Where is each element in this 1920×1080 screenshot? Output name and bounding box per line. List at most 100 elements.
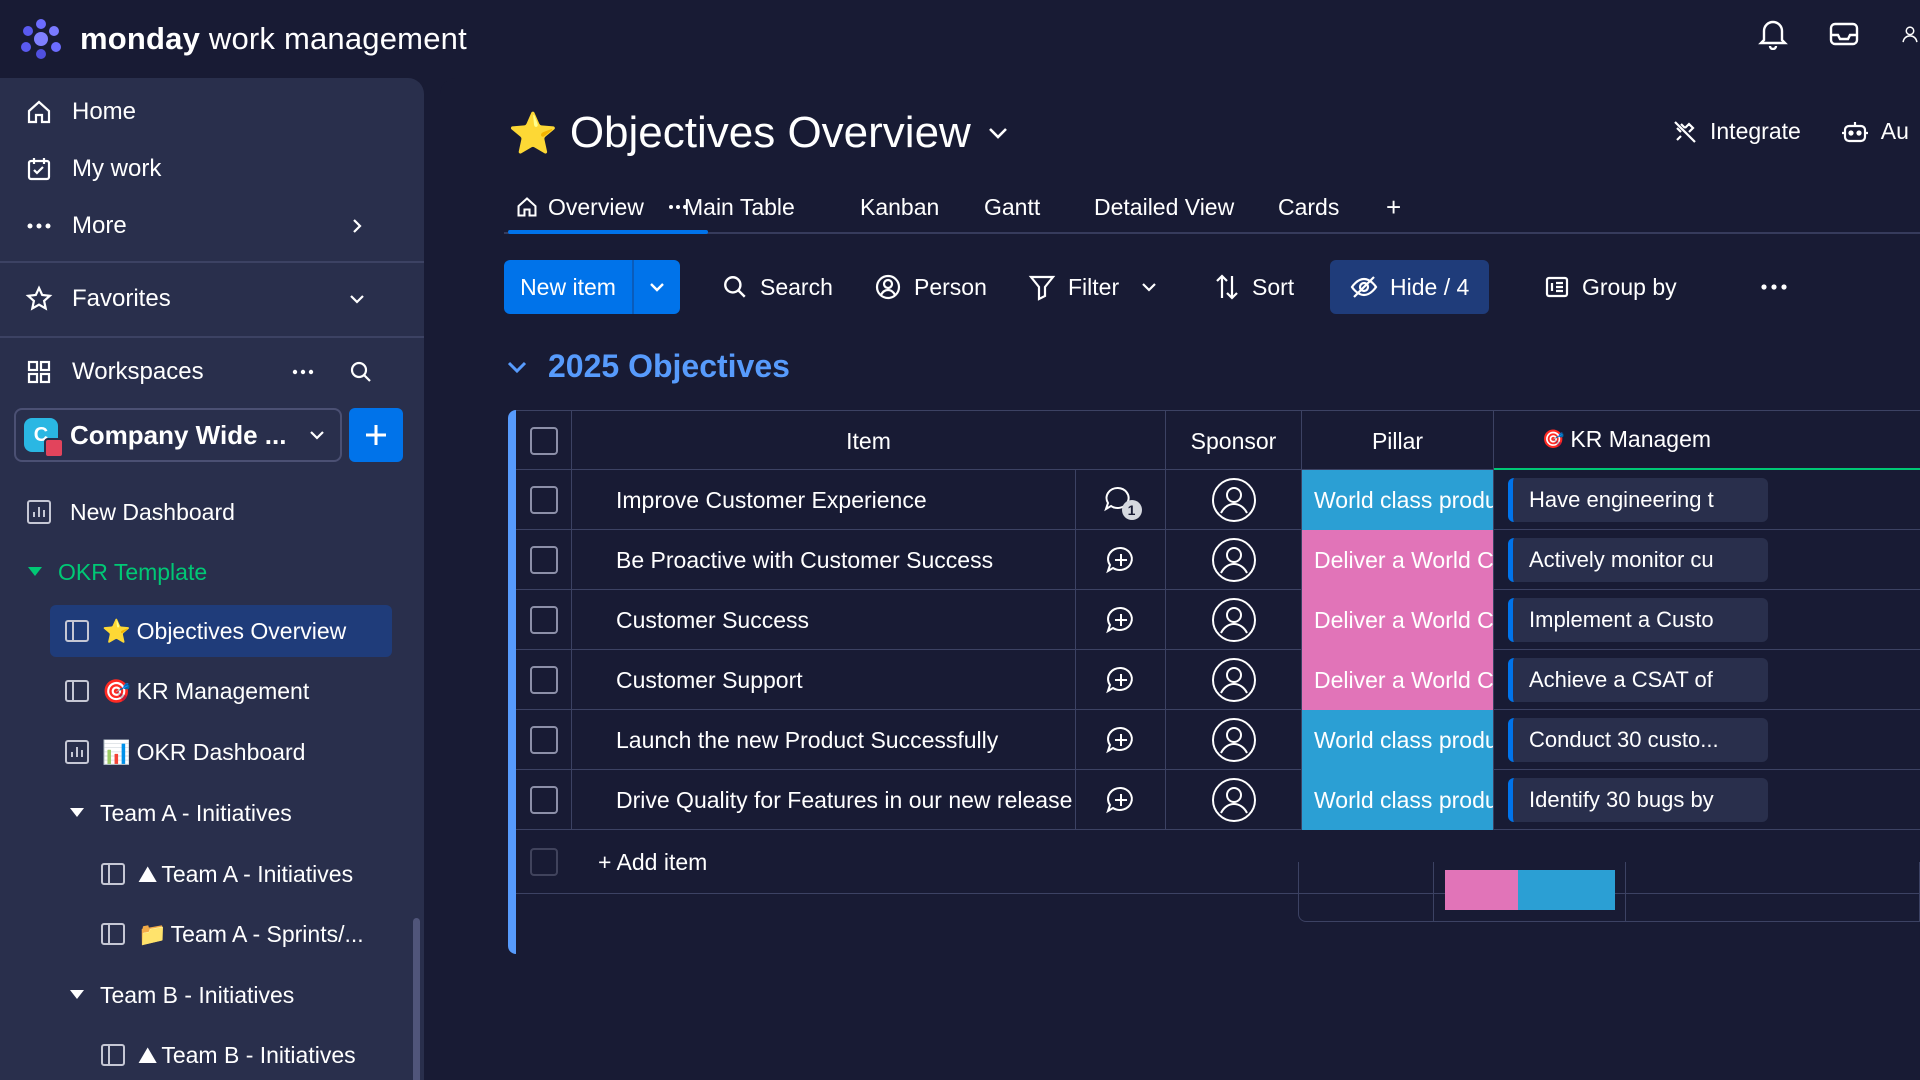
updates-cell[interactable]: 1	[1076, 470, 1166, 530]
pillar-cell[interactable]: Deliver a World Cl...	[1302, 650, 1494, 710]
sidebar-item-team-a-sprints[interactable]: 📁 Team A - Sprints/...	[100, 908, 364, 960]
item-name-cell[interactable]: Improve Customer Experience	[572, 470, 1076, 530]
new-item-button[interactable]: New item	[504, 260, 680, 314]
item-name-cell[interactable]: Be Proactive with Customer Success	[572, 530, 1076, 590]
kr-management-cell[interactable]: Conduct 30 custo...	[1494, 710, 1920, 770]
sidebar-item-my-work[interactable]: My work	[24, 155, 161, 183]
column-header-pillar[interactable]: Pillar	[1302, 411, 1494, 471]
updates-cell[interactable]	[1076, 590, 1166, 650]
pillar-summary-bar[interactable]	[1445, 870, 1615, 910]
more-options-button[interactable]	[1760, 260, 1788, 314]
column-header-sponsor[interactable]: Sponsor	[1166, 411, 1302, 471]
search-icon[interactable]	[346, 360, 376, 384]
sponsor-cell[interactable]	[1166, 590, 1302, 650]
kr-management-cell[interactable]: Achieve a CSAT of	[1494, 650, 1920, 710]
row-checkbox[interactable]	[529, 666, 558, 694]
row-checkbox[interactable]	[529, 486, 558, 514]
tab-cards[interactable]: Cards	[1278, 184, 1339, 230]
more-dots-icon	[24, 222, 54, 230]
kr-management-cell[interactable]: Identify 30 bugs by	[1494, 770, 1920, 830]
pillar-cell[interactable]: Deliver a World Cl...	[1302, 590, 1494, 650]
updates-cell[interactable]	[1076, 710, 1166, 770]
sidebar-item-kr-management[interactable]: 🎯 KR Management	[64, 665, 309, 717]
integrate-button[interactable]: Integrate	[1672, 118, 1801, 145]
add-item-button[interactable]: + Add item	[598, 830, 998, 894]
column-header-item[interactable]: Item	[572, 411, 1166, 471]
board-title[interactable]: Objectives Overview	[570, 108, 971, 158]
tab-detailed-view[interactable]: Detailed View	[1094, 184, 1234, 230]
workspace-selector[interactable]: C Company Wide ...	[14, 408, 342, 462]
chevron-down-icon[interactable]	[987, 126, 1009, 140]
tab-overview[interactable]: Overview	[508, 184, 708, 234]
sponsor-cell[interactable]	[1166, 470, 1302, 530]
bell-icon[interactable]	[1758, 18, 1788, 50]
group-title[interactable]: 2025 Objectives	[548, 348, 790, 385]
kr-management-cell[interactable]: Have engineering t	[1494, 470, 1920, 530]
item-name-cell[interactable]: Customer Success	[572, 590, 1076, 650]
updates-cell[interactable]	[1076, 530, 1166, 590]
search-button[interactable]: Search	[722, 260, 833, 314]
tab-gantt[interactable]: Gantt	[984, 184, 1040, 230]
person-filter-button[interactable]: Person	[874, 260, 987, 314]
sidebar-item-team-b-initiatives[interactable]: ⛰ Team B - Initiatives	[100, 1029, 356, 1080]
updates-cell[interactable]	[1076, 650, 1166, 710]
pillar-cell[interactable]: World class produ...	[1302, 770, 1494, 830]
automate-button[interactable]: Au	[1841, 118, 1909, 145]
sidebar-folder-team-a[interactable]: Team A - Initiatives	[70, 787, 292, 839]
group-by-button[interactable]: Group by	[1544, 260, 1677, 314]
row-checkbox[interactable]	[529, 546, 558, 574]
new-item-dropdown[interactable]	[634, 260, 680, 314]
chevron-down-icon[interactable]	[1141, 282, 1157, 292]
table-row[interactable]: Launch the new Product Successfully World…	[516, 710, 1920, 770]
row-checkbox[interactable]	[529, 606, 558, 634]
kr-management-cell[interactable]: Actively monitor cu	[1494, 530, 1920, 590]
sidebar-folder-team-b[interactable]: Team B - Initiatives	[70, 969, 294, 1021]
person-icon[interactable]	[1900, 18, 1920, 50]
sponsor-cell[interactable]	[1166, 770, 1302, 830]
sidebar-item-team-a-initiatives[interactable]: ⛰ Team A - Initiatives	[100, 848, 353, 900]
sponsor-cell[interactable]	[1166, 650, 1302, 710]
tab-kanban[interactable]: Kanban	[860, 184, 939, 230]
sponsor-cell[interactable]	[1166, 710, 1302, 770]
inbox-icon[interactable]	[1828, 18, 1860, 50]
pillar-cell[interactable]: World class produ...	[1302, 710, 1494, 770]
sidebar-item-okr-dashboard[interactable]: 📊 OKR Dashboard	[64, 726, 305, 778]
pillar-cell[interactable]: Deliver a World Cl...	[1302, 530, 1494, 590]
add-view-button[interactable]: +	[1386, 184, 1401, 230]
collapse-group-icon[interactable]	[506, 360, 528, 374]
column-header-kr-management[interactable]: 🎯 KR Managem	[1494, 411, 1920, 471]
table-row[interactable]: Customer Success Deliver a World Cl... Imp…	[516, 590, 1920, 650]
sidebar-item-objectives-overview[interactable]: ⭐ Objectives Overview	[50, 605, 392, 657]
kr-management-cell[interactable]: Implement a Custo	[1494, 590, 1920, 650]
favorite-star-icon[interactable]: ⭐	[508, 110, 558, 157]
sidebar-item-more[interactable]: More	[24, 212, 390, 240]
sidebar-folder-okr-template[interactable]: OKR Template	[28, 546, 207, 598]
item-name-cell[interactable]: Launch the new Product Successfully	[572, 710, 1076, 770]
row-checkbox[interactable]	[529, 786, 558, 814]
sidebar-item-home[interactable]: Home	[24, 98, 136, 126]
board-actions: Integrate Au	[1672, 118, 1909, 145]
pillar-cell[interactable]: World class produ...	[1302, 470, 1494, 530]
more-dots-icon[interactable]	[288, 368, 318, 376]
item-name-cell[interactable]: Drive Quality for Features in our new re…	[572, 770, 1076, 830]
select-all-checkbox[interactable]	[529, 427, 558, 455]
row-checkbox-cell	[516, 470, 572, 530]
filter-button[interactable]: Filter	[1028, 260, 1157, 314]
sidebar-favorites[interactable]: Favorites	[24, 285, 390, 313]
sort-button[interactable]: Sort	[1214, 260, 1294, 314]
item-name-cell[interactable]: Customer Support	[572, 650, 1076, 710]
hide-columns-button[interactable]: Hide / 4	[1330, 260, 1490, 314]
row-checkbox[interactable]	[529, 726, 558, 754]
table-row[interactable]: Be Proactive with Customer Success Delive…	[516, 530, 1920, 590]
updates-cell[interactable]	[1076, 770, 1166, 830]
pillar-label: Deliver a World Cl...	[1302, 590, 1493, 650]
sponsor-cell[interactable]	[1166, 530, 1302, 590]
table-row[interactable]: Improve Customer Experience 1 World class …	[516, 470, 1920, 530]
add-workspace-item-button[interactable]	[349, 408, 403, 462]
table-row[interactable]: Drive Quality for Features in our new re…	[516, 770, 1920, 830]
tab-main-table[interactable]: Main Table	[684, 184, 795, 230]
table-row[interactable]: Customer Support Deliver a World Cl... Ach…	[516, 650, 1920, 710]
sidebar-item-new-dashboard[interactable]: New Dashboard	[26, 486, 235, 538]
monday-logo[interactable]: monday work management	[18, 18, 467, 60]
sidebar-scrollbar[interactable]	[413, 918, 420, 1080]
